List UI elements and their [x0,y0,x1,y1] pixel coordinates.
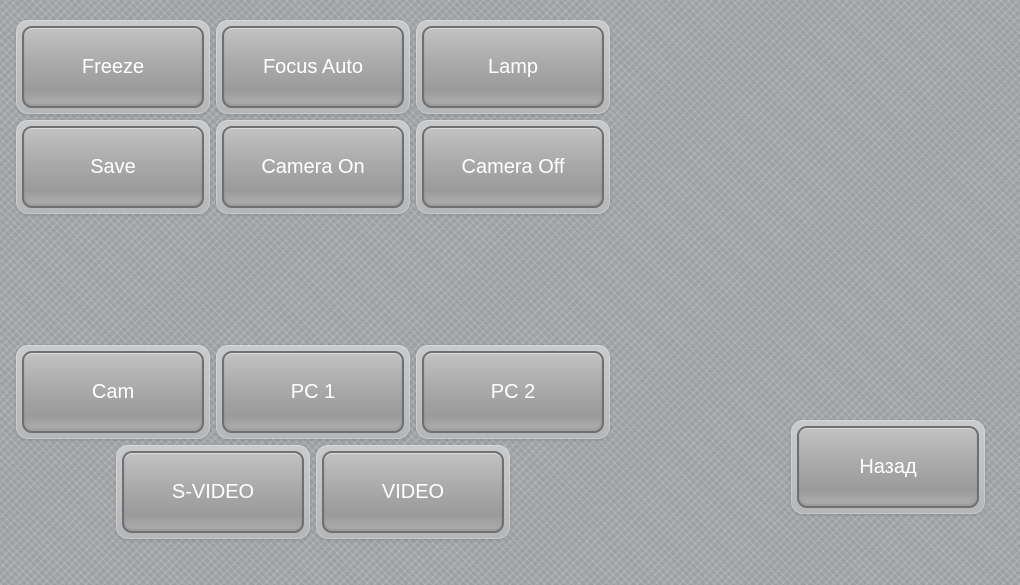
video-button-frame: VIDEO [316,445,510,539]
freeze-button[interactable]: Freeze [22,26,204,108]
video-source-button[interactable]: VIDEO [322,451,504,533]
lamp-button-frame: Lamp [416,20,610,114]
camera-off-button-frame: Camera Off [416,120,610,214]
pc2-source-button[interactable]: PC 2 [422,351,604,433]
lamp-button[interactable]: Lamp [422,26,604,108]
back-button-frame: Назад [791,420,985,514]
pc1-button-frame: PC 1 [216,345,410,439]
save-button-frame: Save [16,120,210,214]
freeze-button-frame: Freeze [16,20,210,114]
focus-auto-button[interactable]: Focus Auto [222,26,404,108]
pc2-button-frame: PC 2 [416,345,610,439]
svideo-source-button[interactable]: S-VIDEO [122,451,304,533]
camera-off-button[interactable]: Camera Off [422,126,604,208]
pc1-source-button[interactable]: PC 1 [222,351,404,433]
camera-on-button[interactable]: Camera On [222,126,404,208]
cam-source-button[interactable]: Cam [22,351,204,433]
back-button[interactable]: Назад [797,426,979,508]
save-button[interactable]: Save [22,126,204,208]
cam-button-frame: Cam [16,345,210,439]
control-panel: Freeze Focus Auto Lamp Save Camera On Ca… [0,0,1020,585]
focus-auto-button-frame: Focus Auto [216,20,410,114]
svideo-button-frame: S-VIDEO [116,445,310,539]
camera-on-button-frame: Camera On [216,120,410,214]
